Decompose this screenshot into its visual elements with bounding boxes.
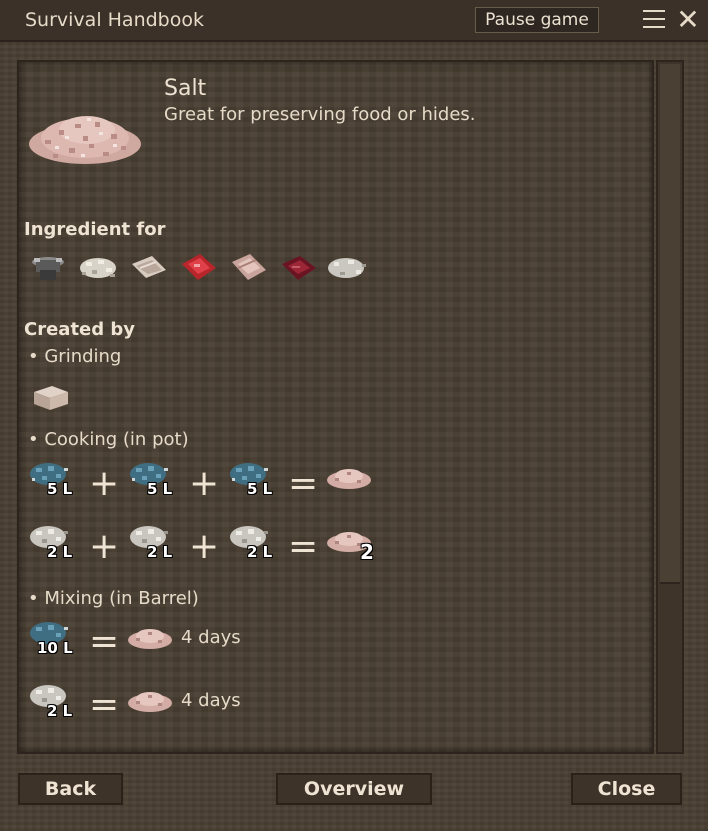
red-meat-icon[interactable] (276, 250, 322, 284)
plus-sign: + (189, 526, 220, 567)
equals-sign: = (288, 463, 319, 504)
raw-meat-icon[interactable] (176, 250, 222, 284)
window-title: Survival Handbook (25, 9, 204, 31)
equals-sign: = (288, 526, 319, 567)
ingredient-quantity: 5 L (47, 480, 73, 498)
horn-icon[interactable] (28, 250, 68, 284)
fish-fillet-icon[interactable] (126, 250, 172, 284)
ingredient-quantity: 5 L (247, 480, 273, 498)
salt-item-image (25, 100, 145, 170)
plus-sign: + (189, 463, 220, 504)
ingredient-for-heading: Ingredient for (24, 219, 166, 240)
equals-sign: = (89, 621, 120, 662)
ingredient-quantity: 2 L (147, 543, 173, 561)
ingredient-quantity: 2 L (247, 543, 273, 561)
output-quantity: 2 (360, 540, 374, 564)
ingredient-quantity: 5 L (147, 480, 173, 498)
salt-output-icon[interactable] (126, 624, 174, 652)
created-by-heading: Created by (24, 319, 136, 340)
scrollbar-thumb[interactable] (660, 64, 680, 584)
cooking-label: • Cooking (in pot) (28, 429, 189, 450)
mixing-duration: 4 days (181, 690, 241, 711)
item-name: Salt (164, 76, 207, 101)
ingredient-quantity: 10 L (37, 639, 73, 657)
ingredient-quantity: 2 L (47, 543, 73, 561)
ingredient-quantity: 2 L (47, 702, 73, 720)
scrollbar[interactable] (656, 60, 684, 754)
title-bar: Survival Handbook Pause game ✕ (0, 0, 708, 42)
item-description: Great for preserving food or hides. (164, 104, 476, 125)
pink-meat-icon[interactable] (226, 250, 272, 284)
close-button[interactable]: Close (571, 773, 682, 805)
overview-button[interactable]: Overview (276, 773, 432, 805)
bone-pile-icon[interactable] (76, 250, 122, 284)
plus-sign: + (89, 526, 120, 567)
salt-block-icon[interactable] (30, 380, 70, 414)
plus-sign: + (89, 463, 120, 504)
pause-game-button[interactable]: Pause game (475, 7, 599, 33)
back-button[interactable]: Back (18, 773, 123, 805)
mixing-duration: 4 days (181, 627, 241, 648)
mixing-label: • Mixing (in Barrel) (28, 588, 199, 609)
hamburger-menu-icon[interactable] (643, 9, 665, 29)
bone-flakes-icon[interactable] (324, 250, 370, 284)
close-icon[interactable]: ✕ (676, 6, 700, 34)
salt-output-icon[interactable] (126, 687, 174, 715)
equals-sign: = (89, 684, 120, 725)
grinding-label: • Grinding (28, 346, 122, 367)
handbook-window: Survival Handbook Pause game ✕ Salt Grea… (0, 0, 708, 831)
salt-output-icon[interactable] (325, 462, 373, 492)
